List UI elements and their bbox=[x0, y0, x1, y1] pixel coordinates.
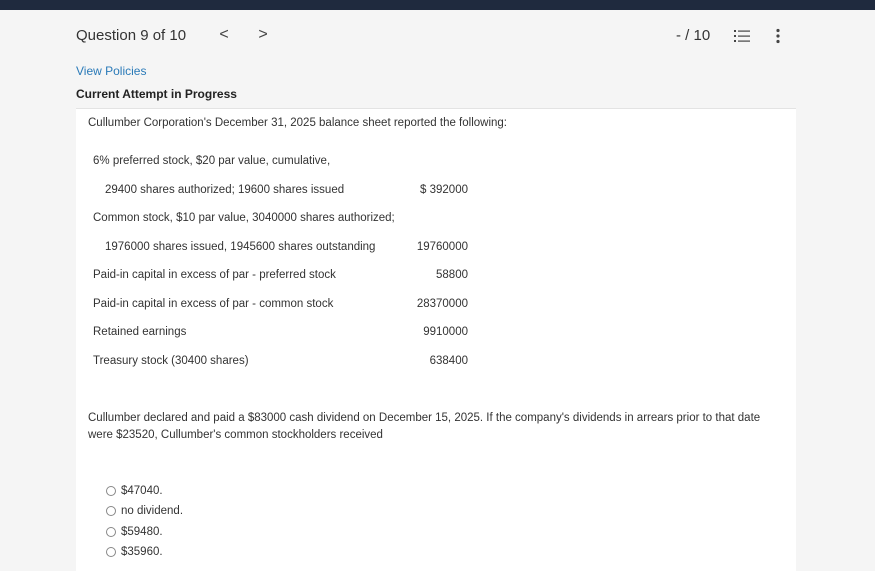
balance-sheet-amount: 638400 bbox=[429, 355, 468, 367]
question-text: Cullumber declared and paid a $83000 cas… bbox=[88, 412, 761, 441]
chevron-left-icon[interactable]: < bbox=[216, 26, 232, 44]
balance-sheet-amount: 19760000 bbox=[416, 241, 468, 253]
balance-sheet-label: Paid-in capital in excess of par - prefe… bbox=[93, 269, 336, 281]
option-label: no dividend. bbox=[121, 505, 184, 517]
radio-button[interactable] bbox=[106, 506, 116, 516]
chevron-right-icon[interactable]: > bbox=[255, 26, 271, 44]
balance-sheet-label: 29400 shares authorized; 19600 shares is… bbox=[105, 184, 345, 196]
balance-sheet-label: Retained earnings bbox=[93, 326, 187, 338]
balance-sheet-amount: 28370000 bbox=[416, 298, 468, 310]
score-display: - / 10 bbox=[676, 27, 711, 44]
question-header: Question 9 of 10 < > - / 10 bbox=[0, 10, 875, 63]
problem-intro: Cullumber Corporation's December 31, 202… bbox=[88, 117, 507, 129]
option-label: $47040. bbox=[121, 485, 163, 497]
question-list-icon[interactable] bbox=[734, 29, 750, 43]
radio-button[interactable] bbox=[106, 527, 116, 537]
option-label: $59480. bbox=[121, 526, 163, 538]
answer-option[interactable]: no dividend. bbox=[106, 503, 183, 519]
balance-sheet-amount: 9910000 bbox=[423, 326, 468, 338]
attempt-status: Current Attempt in Progress bbox=[76, 87, 237, 101]
answer-option[interactable]: $47040. bbox=[106, 483, 163, 499]
view-policies-link[interactable]: View Policies bbox=[76, 64, 146, 78]
radio-button[interactable] bbox=[106, 486, 116, 496]
answer-option[interactable]: $59480. bbox=[106, 524, 163, 540]
balance-sheet-label: Treasury stock (30400 shares) bbox=[93, 355, 249, 367]
balance-sheet-label: Paid-in capital in excess of par - commo… bbox=[93, 298, 334, 310]
balance-sheet-label: Common stock, $10 par value, 3040000 sha… bbox=[93, 212, 395, 224]
question-panel: Cullumber Corporation's December 31, 202… bbox=[76, 109, 796, 571]
answer-option[interactable]: $35960. bbox=[106, 544, 163, 560]
radio-button[interactable] bbox=[106, 547, 116, 557]
question-counter: Question 9 of 10 bbox=[76, 27, 187, 44]
option-label: $35960. bbox=[121, 546, 163, 558]
balance-sheet-amount: 58800 bbox=[436, 269, 468, 281]
top-bar bbox=[0, 0, 875, 10]
balance-sheet-label: 6% preferred stock, $20 par value, cumul… bbox=[93, 155, 331, 167]
balance-sheet-amount: $ 392000 bbox=[420, 184, 468, 196]
more-vertical-icon[interactable] bbox=[772, 28, 784, 44]
balance-sheet-label: 1976000 shares issued, 1945600 shares ou… bbox=[105, 241, 376, 253]
